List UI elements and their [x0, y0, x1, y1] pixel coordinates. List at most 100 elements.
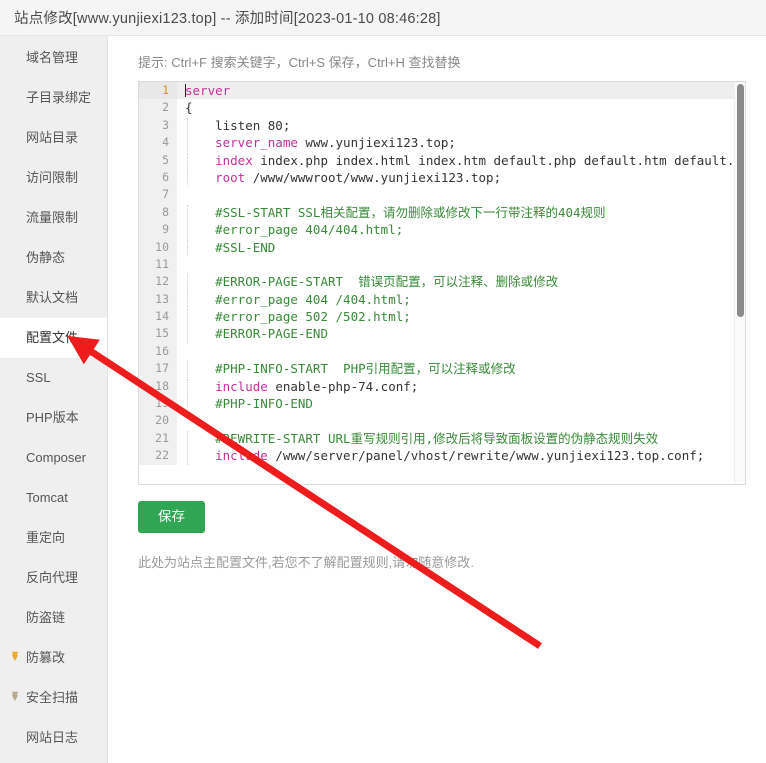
code-line[interactable]: 20: [139, 412, 745, 430]
sidebar-item-14[interactable]: 防盗链: [0, 598, 107, 638]
sidebar-item-3[interactable]: 访问限制: [0, 158, 107, 198]
code-line[interactable]: 14 #error_page 502 /502.html;: [139, 308, 745, 326]
sidebar-item-15[interactable]: ▼ 防篡改: [0, 638, 107, 678]
code-line[interactable]: 6 root /www/wwwroot/www.yunjiexi123.top;: [139, 168, 745, 187]
code-area[interactable]: 1 server 2{3 listen 80; 4 server_name www.y…: [139, 82, 745, 484]
line-content[interactable]: server: [177, 82, 745, 100]
sidebar-item-2[interactable]: 网站目录: [0, 118, 107, 158]
sidebar-item-label: PHP版本: [26, 410, 79, 425]
sidebar-item-9[interactable]: PHP版本: [0, 398, 107, 438]
code-line[interactable]: 8 #SSL-START SSL相关配置，请勿删除或修改下一行带注释的404规则: [139, 203, 745, 222]
line-content[interactable]: include /www/server/panel/vhost/rewrite/…: [177, 447, 745, 465]
sidebar-item-label: 子目录绑定: [26, 90, 92, 105]
line-content[interactable]: root /www/wwwroot/www.yunjiexi123.top;: [177, 169, 745, 187]
line-content[interactable]: #REWRITE-START URL重写规则引用,修改后将导致面板设置的伪静态规…: [177, 430, 745, 448]
sidebar-item-6[interactable]: 默认文档: [0, 278, 107, 318]
line-content[interactable]: #ERROR-PAGE-END: [177, 325, 745, 344]
sidebar-item-label: 网站目录: [26, 130, 79, 145]
line-content[interactable]: [177, 412, 745, 429]
code-line[interactable]: 16: [139, 342, 745, 361]
code-line[interactable]: 9 #error_page 404/404.html;: [139, 221, 745, 239]
line-content[interactable]: #PHP-INFO-START PHP引用配置，可以注释或修改: [177, 360, 745, 379]
code-line[interactable]: 22 include /www/server/panel/vhost/rewri…: [139, 447, 745, 465]
scrollbar-thumb[interactable]: [737, 84, 744, 317]
sidebar-item-label: Tomcat: [26, 490, 68, 505]
window-title-bar: 站点修改[www.yunjiexi123.top] -- 添加时间[2023-0…: [0, 0, 766, 36]
line-content[interactable]: [177, 343, 745, 360]
sidebar-item-label: 配置文件: [26, 330, 79, 345]
sidebar: 域名管理子目录绑定网站目录访问限制流量限制伪静态默认文档配置文件 SSL PHP版本…: [0, 36, 108, 763]
sidebar-item-16[interactable]: ▼ 安全扫描: [0, 678, 107, 718]
sidebar-item-11[interactable]: Tomcat: [0, 478, 107, 518]
sidebar-item-17[interactable]: 网站日志: [0, 718, 107, 758]
sidebar-item-label: 访问限制: [26, 170, 79, 185]
line-number: 9: [139, 221, 177, 239]
code-line[interactable]: 11: [139, 255, 745, 274]
line-content[interactable]: listen 80;: [177, 117, 745, 135]
code-token: #error_page 404 /404.html;: [185, 291, 411, 307]
sidebar-item-label: 默认文档: [26, 290, 79, 305]
code-line[interactable]: 12 #ERROR-PAGE-START 错误页配置，可以注释、删除或修改: [139, 273, 745, 292]
sidebar-item-10[interactable]: Composer: [0, 438, 107, 478]
config-editor[interactable]: 1 server 2{3 listen 80; 4 server_name www.y…: [138, 81, 746, 485]
code-line[interactable]: 21 #REWRITE-START URL重写规则引用,修改后将导致面板设置的伪…: [139, 429, 745, 448]
code-line[interactable]: 15 #ERROR-PAGE-END: [139, 325, 745, 344]
line-content[interactable]: [177, 256, 745, 273]
sidebar-item-1[interactable]: 子目录绑定: [0, 78, 107, 118]
editor-vertical-scrollbar[interactable]: [734, 82, 745, 484]
code-token: server_name: [185, 135, 298, 151]
line-number: 3: [139, 116, 177, 135]
save-button[interactable]: 保存: [138, 501, 205, 533]
line-content[interactable]: #error_page 502 /502.html;: [177, 308, 745, 326]
line-content[interactable]: {: [177, 99, 745, 116]
code-line[interactable]: 18 include enable-php-74.conf;: [139, 377, 745, 396]
line-number: 5: [139, 151, 177, 169]
sidebar-item-label: 流量限制: [26, 210, 79, 225]
line-number: 8: [139, 203, 177, 222]
line-content[interactable]: [177, 186, 745, 203]
sidebar-item-5[interactable]: 伪静态: [0, 238, 107, 278]
code-line[interactable]: 19 #PHP-INFO-END: [139, 395, 745, 413]
code-line[interactable]: 5 index index.php index.html index.htm d…: [139, 151, 745, 170]
page-title: 站点修改[www.yunjiexi123.top] -- 添加时间[2023-0…: [14, 11, 441, 27]
sidebar-item-13[interactable]: 反向代理: [0, 558, 107, 598]
line-number: 6: [139, 168, 177, 187]
code-token: listen 80;: [185, 117, 291, 133]
code-line[interactable]: 17 #PHP-INFO-START PHP引用配置，可以注释或修改: [139, 360, 745, 379]
line-content[interactable]: #SSL-START SSL相关配置，请勿删除或修改下一行带注释的404规则: [177, 204, 745, 222]
code-token: enable-php-74.conf;: [267, 378, 419, 394]
line-number: 2: [139, 99, 177, 117]
sidebar-item-7[interactable]: 配置文件: [0, 318, 107, 358]
line-number: 15: [139, 325, 177, 343]
line-content[interactable]: #error_page 404 /404.html;: [177, 291, 745, 309]
code-line[interactable]: 13 #error_page 404 /404.html;: [139, 290, 745, 309]
line-content[interactable]: index index.php index.html index.htm def…: [177, 152, 745, 170]
code-line[interactable]: 2{: [139, 99, 745, 117]
code-line[interactable]: 3 listen 80;: [139, 116, 745, 135]
line-number: 19: [139, 395, 177, 413]
line-number: 4: [139, 134, 177, 152]
line-number: 21: [139, 429, 177, 448]
code-token: index.php index.html index.htm default.p…: [252, 152, 745, 168]
line-content[interactable]: include enable-php-74.conf;: [177, 378, 745, 396]
sidebar-item-8[interactable]: SSL: [0, 358, 107, 398]
code-token: /www/server/panel/vhost/rewrite/www.yunj…: [267, 448, 705, 464]
code-line[interactable]: 10 #SSL-END: [139, 238, 745, 257]
sidebar-item-0[interactable]: 域名管理: [0, 38, 107, 78]
code-line[interactable]: 4 server_name www.yunjiexi123.top;: [139, 134, 745, 152]
line-content[interactable]: server_name www.yunjiexi123.top;: [177, 134, 745, 152]
code-token: index: [185, 152, 253, 168]
line-number: 10: [139, 238, 177, 256]
sidebar-item-4[interactable]: 流量限制: [0, 198, 107, 238]
sidebar-item-12[interactable]: 重定向: [0, 518, 107, 558]
line-content[interactable]: #error_page 404/404.html;: [177, 221, 745, 239]
line-number: 11: [139, 255, 177, 274]
code-line[interactable]: 7: [139, 186, 745, 204]
code-token: include: [185, 378, 268, 394]
line-content[interactable]: #PHP-INFO-END: [177, 395, 745, 413]
code-token: #PHP-INFO-END: [185, 396, 313, 412]
code-token: root: [185, 169, 246, 185]
line-content[interactable]: #ERROR-PAGE-START 错误页配置，可以注释、删除或修改: [177, 273, 745, 292]
code-line[interactable]: 1 server: [139, 82, 745, 100]
line-content[interactable]: #SSL-END: [177, 239, 745, 257]
